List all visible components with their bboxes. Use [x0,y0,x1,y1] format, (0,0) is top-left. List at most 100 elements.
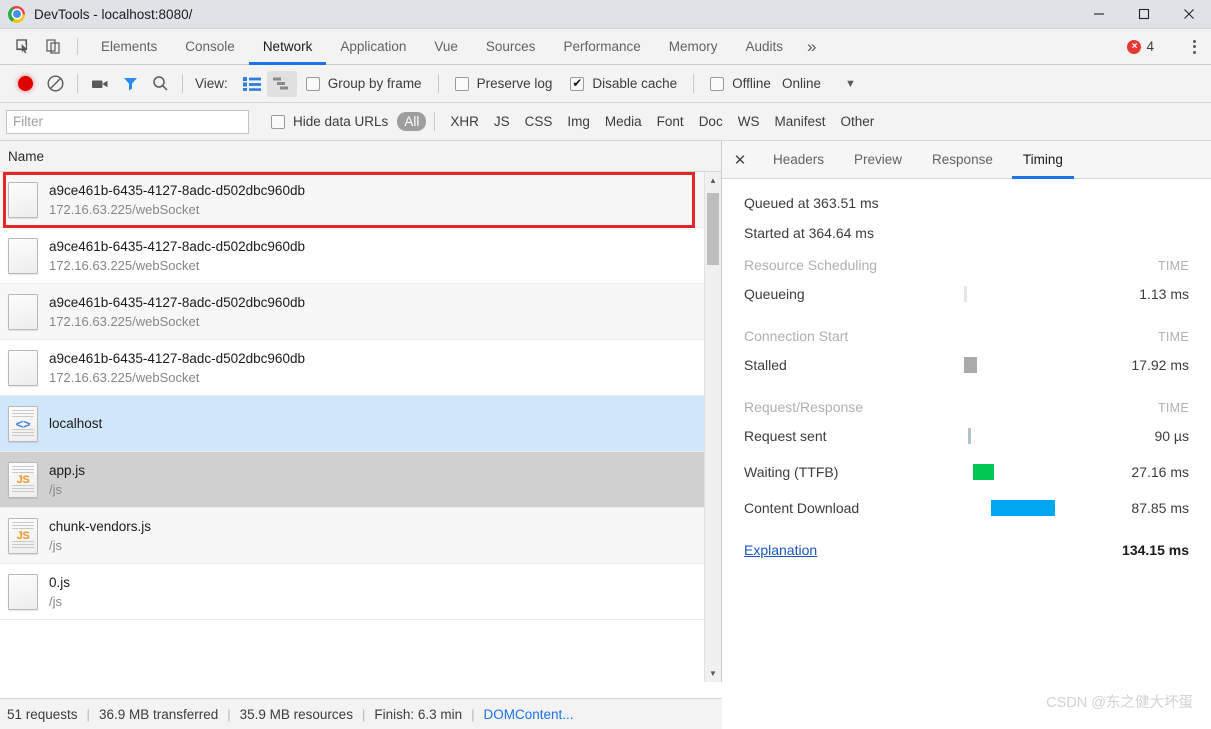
tab-elements[interactable]: Elements [87,29,171,64]
tab-label: Vue [434,39,458,54]
filter-type-manifest[interactable]: Manifest [767,112,832,131]
waterfall-view-icon[interactable] [266,70,297,97]
clear-icon[interactable] [40,70,70,98]
error-circle-icon: × [1127,39,1142,54]
network-toolbar: View: Group by frame Preserve log ✔ Disa… [0,65,1211,103]
timing-total-row: Explanation 134.15 ms [744,542,1189,558]
timing-row-waiting-ttfb: Waiting (TTFB) 27.16 ms [744,454,1189,490]
timing-row-queueing: Queueing 1.13 ms [744,276,1189,312]
table-row[interactable]: a9ce461b-6435-4127-8adc-d502dbc960db 172… [0,340,721,396]
scrollbar-thumb[interactable] [707,193,719,265]
preserve-log-checkbox[interactable]: Preserve log [454,76,553,91]
timing-value: 87.85 ms [1131,500,1189,516]
generic-file-icon [8,293,38,330]
timing-bar [964,357,978,373]
kebab-menu-icon[interactable] [1181,39,1207,54]
table-row[interactable]: JS chunk-vendors.js /js [0,508,721,564]
timing-label: Request sent [744,428,827,444]
scroll-down-arrow-icon[interactable]: ▼ [705,665,721,682]
screenshot-camera-icon[interactable] [85,70,115,98]
tab-label: Performance [563,39,641,54]
filter-type-xhr[interactable]: XHR [443,112,486,131]
minimize-icon[interactable] [1076,0,1121,29]
filter-type-font[interactable]: Font [650,112,691,131]
html-document-icon: <> [8,405,38,442]
offline-checkbox[interactable]: Offline [710,76,771,91]
close-icon[interactable] [1166,0,1211,29]
filter-type-doc[interactable]: Doc [692,112,730,131]
tab-vue[interactable]: Vue [420,29,472,64]
filter-type-media[interactable]: Media [598,112,649,131]
network-status-bar: 51 requests | 36.9 MB transferred | 35.9… [0,698,722,729]
generic-file-icon [8,181,38,218]
throttling-select[interactable]: Online [782,76,821,91]
tab-application[interactable]: Application [326,29,420,64]
tab-console[interactable]: Console [171,29,249,64]
request-name: a9ce461b-6435-4127-8adc-d502dbc960db [49,350,305,366]
column-header-name[interactable]: Name [0,141,721,172]
explanation-link[interactable]: Explanation [744,542,817,558]
close-panel-icon[interactable]: ✕ [722,141,758,178]
more-tabs-icon[interactable]: » [797,29,826,64]
status-domcontent-link[interactable]: DOMContent... [484,707,574,722]
detail-tabstrip: ✕ Headers Preview Response Timing [722,141,1211,179]
filter-funnel-icon[interactable] [115,70,145,98]
toolbar-divider [182,74,183,93]
tab-label: Memory [668,39,718,54]
timing-body: Queued at 363.51 ms Started at 364.64 ms… [722,179,1211,558]
tab-performance[interactable]: Performance [549,29,654,64]
maximize-icon[interactable] [1121,0,1166,29]
time-column-header: TIME [1157,330,1189,344]
inspect-element-icon[interactable] [8,29,38,64]
record-button-icon[interactable] [10,70,40,98]
tab-response[interactable]: Response [917,141,1008,178]
tab-preview[interactable]: Preview [839,141,917,178]
table-row[interactable]: <> localhost [0,396,721,452]
request-list-scrollbar[interactable]: ▲ ▼ [704,172,721,682]
title-bar: DevTools - localhost:8080/ [0,0,1211,29]
tab-headers[interactable]: Headers [758,141,839,178]
filter-input[interactable] [6,109,249,134]
disable-cache-checkbox[interactable]: Disable cache [570,76,677,91]
tab-timing[interactable]: Timing [1008,141,1078,179]
checkbox-label: Preserve log [476,76,553,91]
table-row[interactable]: a9ce461b-6435-4127-8adc-d502dbc960db 172… [0,172,721,228]
filter-type-ws[interactable]: WS [731,112,767,131]
filter-type-js[interactable]: JS [487,112,517,131]
tab-audits[interactable]: Audits [732,29,798,64]
total-time-value: 134.15 ms [1122,542,1189,558]
filter-type-css[interactable]: CSS [518,112,560,131]
timing-label: Queueing [744,286,805,302]
group-by-frame-checkbox[interactable]: Group by frame [305,76,422,91]
started-at-label: Started at 364.64 ms [744,225,874,241]
tab-memory[interactable]: Memory [655,29,732,64]
search-icon[interactable] [145,70,175,98]
checkbox-box [271,114,285,129]
javascript-file-icon: JS [8,461,38,498]
time-column-header: TIME [1157,259,1189,273]
table-row[interactable]: JS app.js /js [0,452,721,508]
filter-type-other[interactable]: Other [833,112,881,131]
tab-sources[interactable]: Sources [472,29,550,64]
list-view-icon[interactable] [237,71,267,97]
tab-network[interactable]: Network [248,29,327,65]
toolbar-divider [77,38,78,55]
network-main: Name a9ce461b-6435-4127-8adc-d502dbc960d… [0,141,1211,682]
timing-bar [991,500,1056,516]
table-row[interactable]: a9ce461b-6435-4127-8adc-d502dbc960db 172… [0,284,721,340]
table-row[interactable]: 0.js /js [0,564,721,620]
timing-row-request-sent: Request sent 90 µs [744,418,1189,454]
hide-data-urls-checkbox[interactable]: Hide data URLs [271,114,388,129]
filter-type-img[interactable]: Img [560,112,597,131]
toolbar-divider [77,74,78,93]
scroll-up-arrow-icon[interactable]: ▲ [705,172,721,189]
table-row[interactable]: a9ce461b-6435-4127-8adc-d502dbc960db 172… [0,228,721,284]
error-count-badge[interactable]: × 4 [1119,39,1162,54]
checkbox-box [710,76,725,91]
filter-type-all[interactable]: All [397,112,427,131]
queued-at-label: Queued at 363.51 ms [744,195,879,211]
request-rows: a9ce461b-6435-4127-8adc-d502dbc960db 172… [0,172,721,682]
timing-bar-track [958,276,1097,312]
chevron-down-icon[interactable]: ▼ [845,78,856,90]
device-toolbar-icon[interactable] [38,29,68,64]
